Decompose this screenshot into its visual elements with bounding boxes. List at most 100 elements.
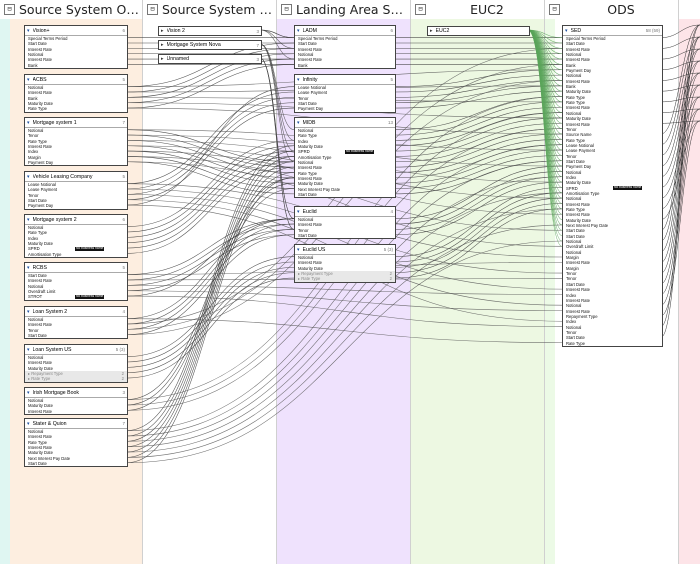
- node-mortgage1[interactable]: ▾ Mortgage system 1 7 Notional Tenor Rate Typ…: [24, 117, 128, 167]
- node-title: Vision+: [32, 27, 50, 34]
- node-header[interactable]: ▾ LADM 6: [295, 26, 395, 36]
- collapse-lane-button[interactable]: ⊟: [147, 4, 158, 15]
- node-header[interactable]: ▸ Unnamed 3: [159, 55, 261, 63]
- collapse-triangle-icon[interactable]: ▾: [27, 77, 30, 83]
- node-field[interactable]: Payment Day: [25, 203, 127, 208]
- node-header[interactable]: ▸ Mortgage System Nova 7: [159, 41, 261, 49]
- collapse-triangle-icon[interactable]: ▾: [27, 390, 30, 396]
- node-field[interactable]: Interest Rate: [25, 409, 127, 414]
- collapse-lane-button[interactable]: ⊟: [415, 4, 426, 15]
- node-euc2[interactable]: ▸ EUC2: [427, 26, 530, 36]
- node-field[interactable]: Start Date: [25, 333, 127, 338]
- node-vehicle[interactable]: ▾ Vehicle Leasing Company 5 Lease Notional L…: [24, 171, 128, 210]
- node-unnamed[interactable]: ▸ Unnamed 3: [158, 54, 262, 64]
- node-vision2[interactable]: ▸ Vision 2 3: [158, 26, 262, 36]
- lane-divider: [276, 0, 277, 564]
- lane-divider: [142, 0, 143, 564]
- expand-icon[interactable]: ▸: [430, 28, 433, 34]
- collapse-triangle-icon[interactable]: ▾: [565, 28, 568, 34]
- node-header[interactable]: ▾ SED 58 (59): [563, 26, 662, 36]
- business-name-badge: No business name: [345, 149, 375, 154]
- node-title: RCBS: [32, 264, 47, 271]
- node-header[interactable]: ▾ Euclid 4: [295, 207, 395, 217]
- node-title: Mortgage system 2: [32, 216, 77, 223]
- collapse-triangle-icon[interactable]: ▾: [27, 309, 30, 315]
- node-field[interactable]: Start Date: [295, 192, 395, 197]
- node-mortgage_nova[interactable]: ▸ Mortgage System Nova 7: [158, 40, 262, 50]
- node-field[interactable]: Start Date: [25, 461, 127, 466]
- node-field[interactable]: Payment Day: [25, 160, 127, 165]
- collapse-triangle-icon[interactable]: ▾: [297, 77, 300, 83]
- node-loanus[interactable]: ▾ Loan System US 5 (3) Notional Interest Rat…: [24, 344, 128, 383]
- node-header[interactable]: ▾ RCBS 5: [25, 263, 127, 273]
- collapse-lane-button[interactable]: ⊟: [4, 4, 15, 15]
- node-field-group[interactable]: ▸ Rate Type 2: [295, 276, 395, 282]
- node-field-count: 58 (59): [645, 28, 660, 33]
- lane-background: [143, 19, 276, 564]
- node-header[interactable]: ▾ Infinity 5: [295, 75, 395, 85]
- node-mortgage2[interactable]: ▾ Mortgage system 2 6 Notional Rate Type Inde…: [24, 214, 128, 259]
- node-ladm[interactable]: ▾ LADM 6 Special Terms Period Start Date Inte…: [294, 25, 396, 70]
- node-header[interactable]: ▾ Loan System 2 4: [25, 307, 127, 317]
- node-header[interactable]: ▾ Vehicle Leasing Company 5: [25, 172, 127, 182]
- lane-header-target: [679, 0, 700, 20]
- collapse-triangle-icon[interactable]: ▾: [297, 28, 300, 34]
- node-header[interactable]: ▾ Mortgage system 2 6: [25, 215, 127, 225]
- node-rcbs[interactable]: ▾ RCBS 5 Start Date Interest Rate Notional Ove…: [24, 262, 128, 301]
- lane-header-landing-area: ⊟ Landing Area Syste...: [277, 0, 410, 20]
- collapse-lane-button[interactable]: ⊟: [281, 4, 292, 15]
- node-header[interactable]: ▾ Loan System US 5 (3): [25, 345, 127, 355]
- collapse-triangle-icon[interactable]: ▾: [27, 265, 30, 271]
- node-sed[interactable]: ▾ SED 58 (59) Special Terms Period Start Dat…: [562, 25, 663, 347]
- expand-icon[interactable]: ▸: [161, 28, 164, 34]
- node-header[interactable]: ▾ ACBS 5: [25, 75, 127, 85]
- collapse-triangle-icon[interactable]: ▾: [297, 247, 300, 253]
- node-field-count: 5: [122, 265, 125, 270]
- node-field[interactable]: Amortisation Type: [25, 252, 127, 257]
- node-vision_plus[interactable]: ▾ Vision+ 6 Special Terms Period Start Date I…: [24, 25, 128, 70]
- node-infinity[interactable]: ▾ Infinity 5 Lease Notional Lease Payment Ten…: [294, 74, 396, 113]
- lane-background: [411, 19, 544, 564]
- node-midb[interactable]: ▾ MIDB 13 Notional Rate Type Index Maturity Da…: [294, 117, 396, 199]
- node-field[interactable]: STROT No business name: [25, 294, 127, 299]
- collapse-triangle-icon[interactable]: ▾: [27, 120, 30, 126]
- collapse-triangle-icon[interactable]: ▾: [27, 28, 30, 34]
- node-field[interactable]: Bank: [295, 63, 395, 68]
- node-header[interactable]: ▾ MIDB 13: [295, 118, 395, 128]
- node-field[interactable]: Bank: [25, 63, 127, 68]
- collapse-triangle-icon[interactable]: ▾: [27, 174, 30, 180]
- node-title: MIDB: [302, 119, 316, 126]
- node-field[interactable]: Payment Day: [295, 106, 395, 111]
- node-field-count: 5 (3): [383, 247, 393, 252]
- node-euclid[interactable]: ▾ Euclid 4 Notional Interest Rate Tenor Start …: [294, 206, 396, 240]
- collapse-triangle-icon[interactable]: ▾: [27, 347, 30, 353]
- lane-title: ODS: [607, 2, 635, 17]
- node-header[interactable]: ▾ Mortgage system 1 7: [25, 118, 127, 128]
- node-field-count: 3: [256, 28, 259, 34]
- node-header[interactable]: ▾ Euclid US 5 (3): [295, 245, 395, 255]
- expand-icon[interactable]: ▸: [161, 42, 164, 48]
- node-header[interactable]: ▾ Stater & Quion 7: [25, 419, 127, 429]
- collapse-lane-button[interactable]: ⊟: [549, 4, 560, 15]
- node-header[interactable]: ▾ Vision+ 6: [25, 26, 127, 36]
- node-header[interactable]: ▸ Vision 2 3: [159, 27, 261, 35]
- collapse-triangle-icon[interactable]: ▾: [297, 120, 300, 126]
- collapse-triangle-icon[interactable]: ▾: [27, 217, 30, 223]
- node-field[interactable]: Start Date: [295, 233, 395, 238]
- collapse-triangle-icon[interactable]: ▾: [27, 421, 30, 427]
- node-field[interactable]: Rate Type: [25, 106, 127, 111]
- node-header[interactable]: ▸ EUC2: [428, 27, 529, 35]
- lane-title: Landing Area Syste...: [296, 2, 410, 17]
- node-field-count: 5: [390, 77, 393, 82]
- node-header[interactable]: ▾ Irish Mortgage Book 3: [25, 388, 127, 398]
- node-acbs[interactable]: ▾ ACBS 5 Notional Interest Rate Bank Maturity …: [24, 74, 128, 113]
- node-field[interactable]: Rate Type: [563, 341, 662, 346]
- node-loan2[interactable]: ▾ Loan System 2 4 Notional Interest Rate Teno…: [24, 306, 128, 340]
- lane-background: [679, 19, 700, 564]
- collapse-triangle-icon[interactable]: ▾: [297, 209, 300, 215]
- node-field-group[interactable]: ▸ Rate Type 2: [25, 376, 127, 382]
- node-stater[interactable]: ▾ Stater & Quion 7 Notional Interest Rate Rat…: [24, 418, 128, 468]
- node-euclidus[interactable]: ▾ Euclid US 5 (3) Notional Interest Rate Matu…: [294, 244, 396, 283]
- node-irish[interactable]: ▾ Irish Mortgage Book 3 Notional Maturity Da…: [24, 387, 128, 416]
- expand-icon[interactable]: ▸: [161, 56, 164, 62]
